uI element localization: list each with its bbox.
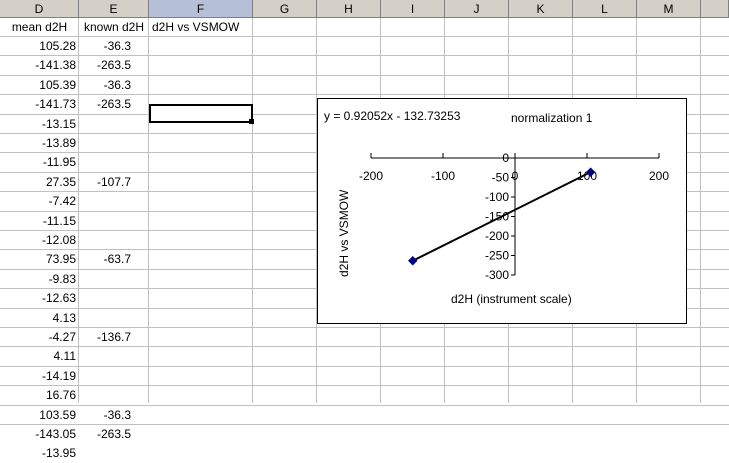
- cell-mean-d2h[interactable]: 105.28: [0, 37, 79, 56]
- y-tick-label: -200: [485, 229, 509, 243]
- y-axis-title: d2H vs VSMOW: [337, 189, 351, 277]
- cell-mean-d2h[interactable]: -13.15: [0, 115, 79, 134]
- y-tick-label: -300: [485, 268, 509, 282]
- y-tick-label: -150: [485, 210, 509, 224]
- cell-known-d2h[interactable]: [79, 192, 149, 211]
- cell-mean-d2h[interactable]: 105.39: [0, 76, 79, 95]
- cell-known-d2h[interactable]: -36.3: [79, 76, 149, 95]
- cell-mean-d2h[interactable]: 16.76: [0, 386, 79, 405]
- active-cell-selection[interactable]: [149, 104, 253, 123]
- cell-mean-d2h[interactable]: 4.13: [0, 309, 79, 328]
- y-tick-label: -100: [485, 190, 509, 204]
- spreadsheet: D E F G H I J K L M mean d2H known d2H d…: [0, 0, 729, 460]
- cell-known-d2h[interactable]: [79, 212, 149, 231]
- cell-mean-d2h[interactable]: 73.95: [0, 250, 79, 269]
- cell-known-d2h[interactable]: [79, 386, 149, 405]
- cell-mean-d2h[interactable]: -141.73: [0, 95, 79, 114]
- chart-plot: y = 0.92052x - 132.73253 normalization 1…: [324, 109, 669, 306]
- cell-known-d2h[interactable]: [79, 367, 149, 386]
- cell-known-d2h[interactable]: -263.5: [79, 95, 149, 114]
- cell-known-d2h[interactable]: -263.5: [79, 425, 149, 444]
- header-cell-known-d2h[interactable]: known d2H: [79, 18, 149, 37]
- column-header-i[interactable]: I: [381, 0, 445, 18]
- column-header-k[interactable]: K: [509, 0, 573, 18]
- cell-known-d2h[interactable]: [79, 347, 149, 366]
- y-tick-label: -50: [492, 171, 510, 185]
- cell-known-d2h[interactable]: -36.3: [79, 37, 149, 56]
- column-header-h[interactable]: H: [317, 0, 381, 18]
- y-tick-label: 0: [502, 151, 509, 165]
- cell-mean-d2h[interactable]: -11.15: [0, 212, 79, 231]
- column-header-e[interactable]: E: [79, 0, 149, 18]
- cell-known-d2h[interactable]: -136.7: [79, 328, 149, 347]
- cell-mean-d2h[interactable]: -12.08: [0, 231, 79, 250]
- fill-handle[interactable]: [249, 119, 254, 124]
- column-header-row: D E F G H I J K L M: [0, 0, 729, 18]
- chart-title: normalization 1: [511, 111, 593, 125]
- cell-known-d2h[interactable]: [79, 115, 149, 134]
- cell-known-d2h[interactable]: -107.7: [79, 173, 149, 192]
- cell-mean-d2h[interactable]: -12.63: [0, 289, 79, 308]
- cell-mean-d2h[interactable]: 103.59: [0, 406, 79, 425]
- cell-known-d2h[interactable]: [79, 289, 149, 308]
- column-header-f[interactable]: F: [149, 0, 253, 18]
- cell-known-d2h[interactable]: -36.3: [79, 406, 149, 425]
- column-header-m[interactable]: M: [637, 0, 701, 18]
- x-tick-label: 0: [512, 169, 519, 183]
- cell-mean-d2h[interactable]: -13.89: [0, 134, 79, 153]
- chart-axes: -200 -100 0 100 2000-50-100-150-200-250-300: [359, 151, 669, 282]
- cell-known-d2h[interactable]: -263.5: [79, 56, 149, 75]
- cell-known-d2h[interactable]: [79, 231, 149, 250]
- cell-known-d2h[interactable]: [79, 134, 149, 153]
- cell-mean-d2h[interactable]: 27.35: [0, 173, 79, 192]
- cell-known-d2h[interactable]: [79, 444, 149, 463]
- cell-mean-d2h[interactable]: -4.27: [0, 328, 79, 347]
- column-header-overflow[interactable]: [701, 0, 729, 18]
- cell-mean-d2h[interactable]: -11.95: [0, 153, 79, 172]
- column-header-j[interactable]: J: [445, 0, 509, 18]
- cell-known-d2h[interactable]: -63.7: [79, 250, 149, 269]
- column-header-g[interactable]: G: [253, 0, 317, 18]
- cell-mean-d2h[interactable]: -141.38: [0, 56, 79, 75]
- cell-mean-d2h[interactable]: -9.83: [0, 270, 79, 289]
- header-cell-mean-d2h[interactable]: mean d2H: [0, 18, 79, 37]
- cell-mean-d2h[interactable]: -14.19: [0, 367, 79, 386]
- cell-mean-d2h[interactable]: -7.42: [0, 192, 79, 211]
- cell-mean-d2h[interactable]: -13.95: [0, 444, 79, 463]
- y-tick-label: -250: [485, 249, 509, 263]
- x-tick-label: -100: [431, 169, 455, 183]
- x-axis-title: d2H (instrument scale): [451, 292, 572, 306]
- data-point-marker: [408, 256, 418, 266]
- cell-known-d2h[interactable]: [79, 309, 149, 328]
- embedded-chart[interactable]: y = 0.92052x - 132.73253 normalization 1…: [317, 98, 687, 324]
- cell-mean-d2h[interactable]: -143.05: [0, 425, 79, 444]
- header-cell-d2h-vs-vsmow[interactable]: d2H vs VSMOW: [149, 18, 253, 37]
- column-header-l[interactable]: L: [573, 0, 637, 18]
- cell-mean-d2h[interactable]: 4.11: [0, 347, 79, 366]
- trendline: [412, 171, 592, 262]
- x-tick-label: -200: [359, 169, 383, 183]
- cell-known-d2h[interactable]: [79, 153, 149, 172]
- column-header-d[interactable]: D: [0, 0, 79, 18]
- x-tick-label: 200: [649, 169, 669, 183]
- cell-known-d2h[interactable]: [79, 270, 149, 289]
- trendline-equation: y = 0.92052x - 132.73253: [324, 109, 461, 123]
